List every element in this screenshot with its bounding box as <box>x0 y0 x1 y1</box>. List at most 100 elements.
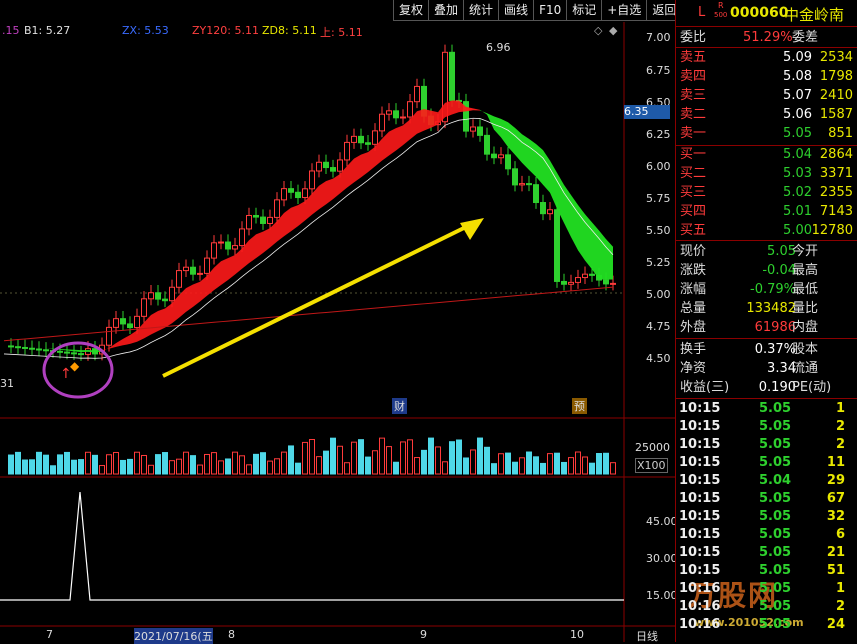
tick-time: 10:15 <box>679 454 720 472</box>
tick-row: 10:15 5.05 2 <box>679 418 855 436</box>
tick-price: 5.05 <box>759 616 791 634</box>
date-axis: 7 2021/07/16(五 8 9 10 日线 <box>0 628 675 642</box>
tick-row: 10:155.0429 <box>679 472 855 490</box>
toolbar-f10-button[interactable]: F10 <box>533 0 566 21</box>
toolbar-fuquan-button[interactable]: 复权 <box>393 0 428 21</box>
tick-row: 10:155.0551 <box>679 562 855 580</box>
level-price: 5.00 <box>783 222 812 240</box>
r-badge-sub: 500 <box>714 11 727 19</box>
level-label: 卖一 <box>680 125 706 143</box>
stat-row: 换手0.37%股本 <box>680 341 856 359</box>
ask-row: 卖五5.092534 <box>680 49 856 67</box>
tick-volume: 29 <box>827 472 845 490</box>
tick-price: 5.05 <box>759 526 791 544</box>
level-price: 5.07 <box>783 87 812 105</box>
quote-label-2: 量比 <box>792 300 818 318</box>
weibi-row: 委比 51.29% 委差 <box>680 29 856 47</box>
level-price: 5.05 <box>783 125 812 143</box>
level-price: 5.08 <box>783 68 812 86</box>
indicator-tick: 30.00 <box>646 552 678 565</box>
tick-price: 5.04 <box>759 472 791 490</box>
tick-volume: 1 <box>836 400 845 418</box>
stat-row: 净资3.34流通 <box>680 360 856 378</box>
level-volume: 12780 <box>812 222 853 240</box>
toolbar-add-watchlist-button[interactable]: +自选 <box>601 0 646 21</box>
toolbar-stats-button[interactable]: 统计 <box>463 0 498 21</box>
level-label: 买五 <box>680 222 706 240</box>
stat-value: 0.37% <box>755 341 796 359</box>
price-tick: 6.00 <box>646 160 671 173</box>
quote-row: 外盘61986内盘 <box>680 319 856 337</box>
toolbar-overlay-button[interactable]: 叠加 <box>428 0 463 21</box>
level-volume: 2355 <box>820 184 853 202</box>
volume-tick: 25000 <box>635 441 670 454</box>
kline-chart[interactable]: ↑ ◆ <box>0 22 675 642</box>
quote-label: 涨幅 <box>680 281 706 299</box>
forecast-event-badge[interactable]: 预 <box>572 398 587 414</box>
stock-header: L R 500 000060 中金岭南 <box>676 3 857 25</box>
quote-row: 现价5.05今开 <box>680 243 856 261</box>
toolbar-draw-button[interactable]: 画线 <box>498 0 533 21</box>
price-tick: 6.75 <box>646 64 671 77</box>
quote-value: -0.04 <box>762 262 796 280</box>
price-tick: 4.50 <box>646 352 671 365</box>
tick-row: 10:16 5.05 24 <box>679 616 855 634</box>
weibi-label: 委比 <box>680 29 706 47</box>
quote-label: 现价 <box>680 243 706 261</box>
tick-volume: 2 <box>836 418 845 436</box>
moving-average-lines <box>4 100 613 358</box>
finance-event-badge[interactable]: 财 <box>392 398 407 414</box>
stat-row: 收益(三)0.190PE(动) <box>680 379 856 397</box>
quote-row: 涨跌-0.04最高 <box>680 262 856 280</box>
stock-code: 000060 <box>730 5 788 21</box>
tick-row: 10:155.0521 <box>679 544 855 562</box>
tick-time: 10:15 <box>679 418 720 436</box>
tick-volume: 24 <box>827 616 845 634</box>
level-volume: 3371 <box>820 165 853 183</box>
quote-label: 涨跌 <box>680 262 706 280</box>
indicator-tick: 15.00 <box>646 589 678 602</box>
tick-price: 5.05 <box>759 418 791 436</box>
divider <box>676 398 857 399</box>
quote-row: 总量133482量比 <box>680 300 856 318</box>
level-price: 5.02 <box>783 184 812 202</box>
tick-volume: 2 <box>836 598 845 616</box>
quote-row: 涨幅-0.79%最低 <box>680 281 856 299</box>
bid-row: 买三 5.02 2355 <box>680 184 856 202</box>
chart-toolbar: 复权 叠加 统计 画线 F10 标记 +自选 返回 <box>393 0 681 22</box>
price-tick: 5.75 <box>646 192 671 205</box>
tick-time: 10:15 <box>679 562 720 580</box>
toolbar-mark-button[interactable]: 标记 <box>566 0 601 21</box>
price-tick: 5.50 <box>646 224 671 237</box>
date-tick: 7 <box>46 628 53 641</box>
tick-volume: 1 <box>836 580 845 598</box>
tick-price: 5.05 <box>759 508 791 526</box>
date-tick: 10 <box>570 628 584 641</box>
ask-row: 卖二5.061587 <box>680 106 856 124</box>
level-price: 5.03 <box>783 165 812 183</box>
level-volume: 7143 <box>820 203 853 221</box>
volume-unit: X100 <box>635 458 668 473</box>
tick-row: 10:165.052 <box>679 598 855 616</box>
tick-price: 5.05 <box>759 400 791 418</box>
price-tick: 5.25 <box>646 256 671 269</box>
ask-row: 卖一 5.05 851 <box>680 125 856 143</box>
tick-time: 10:16 <box>679 616 720 634</box>
level-volume: 1587 <box>820 106 853 124</box>
tick-time: 10:15 <box>679 508 720 526</box>
level-price: 5.09 <box>783 49 812 67</box>
level-price: 5.01 <box>783 203 812 221</box>
stat-label-2: PE(动) <box>792 379 831 397</box>
tick-volume: 32 <box>827 508 845 526</box>
level-volume: 851 <box>828 125 853 143</box>
diamond-signal-icon: ◆ <box>70 359 80 373</box>
trend-arrow-head <box>460 218 484 240</box>
level-label: 买三 <box>680 184 706 202</box>
tick-row: 10:155.0567 <box>679 490 855 508</box>
divider <box>676 26 857 27</box>
price-tick: 5.00 <box>646 288 671 301</box>
quote-label-2: 内盘 <box>792 319 818 337</box>
level-volume: 2534 <box>820 49 853 67</box>
level-price: 5.04 <box>783 146 812 164</box>
bid-row: 买四5.017143 <box>680 203 856 221</box>
